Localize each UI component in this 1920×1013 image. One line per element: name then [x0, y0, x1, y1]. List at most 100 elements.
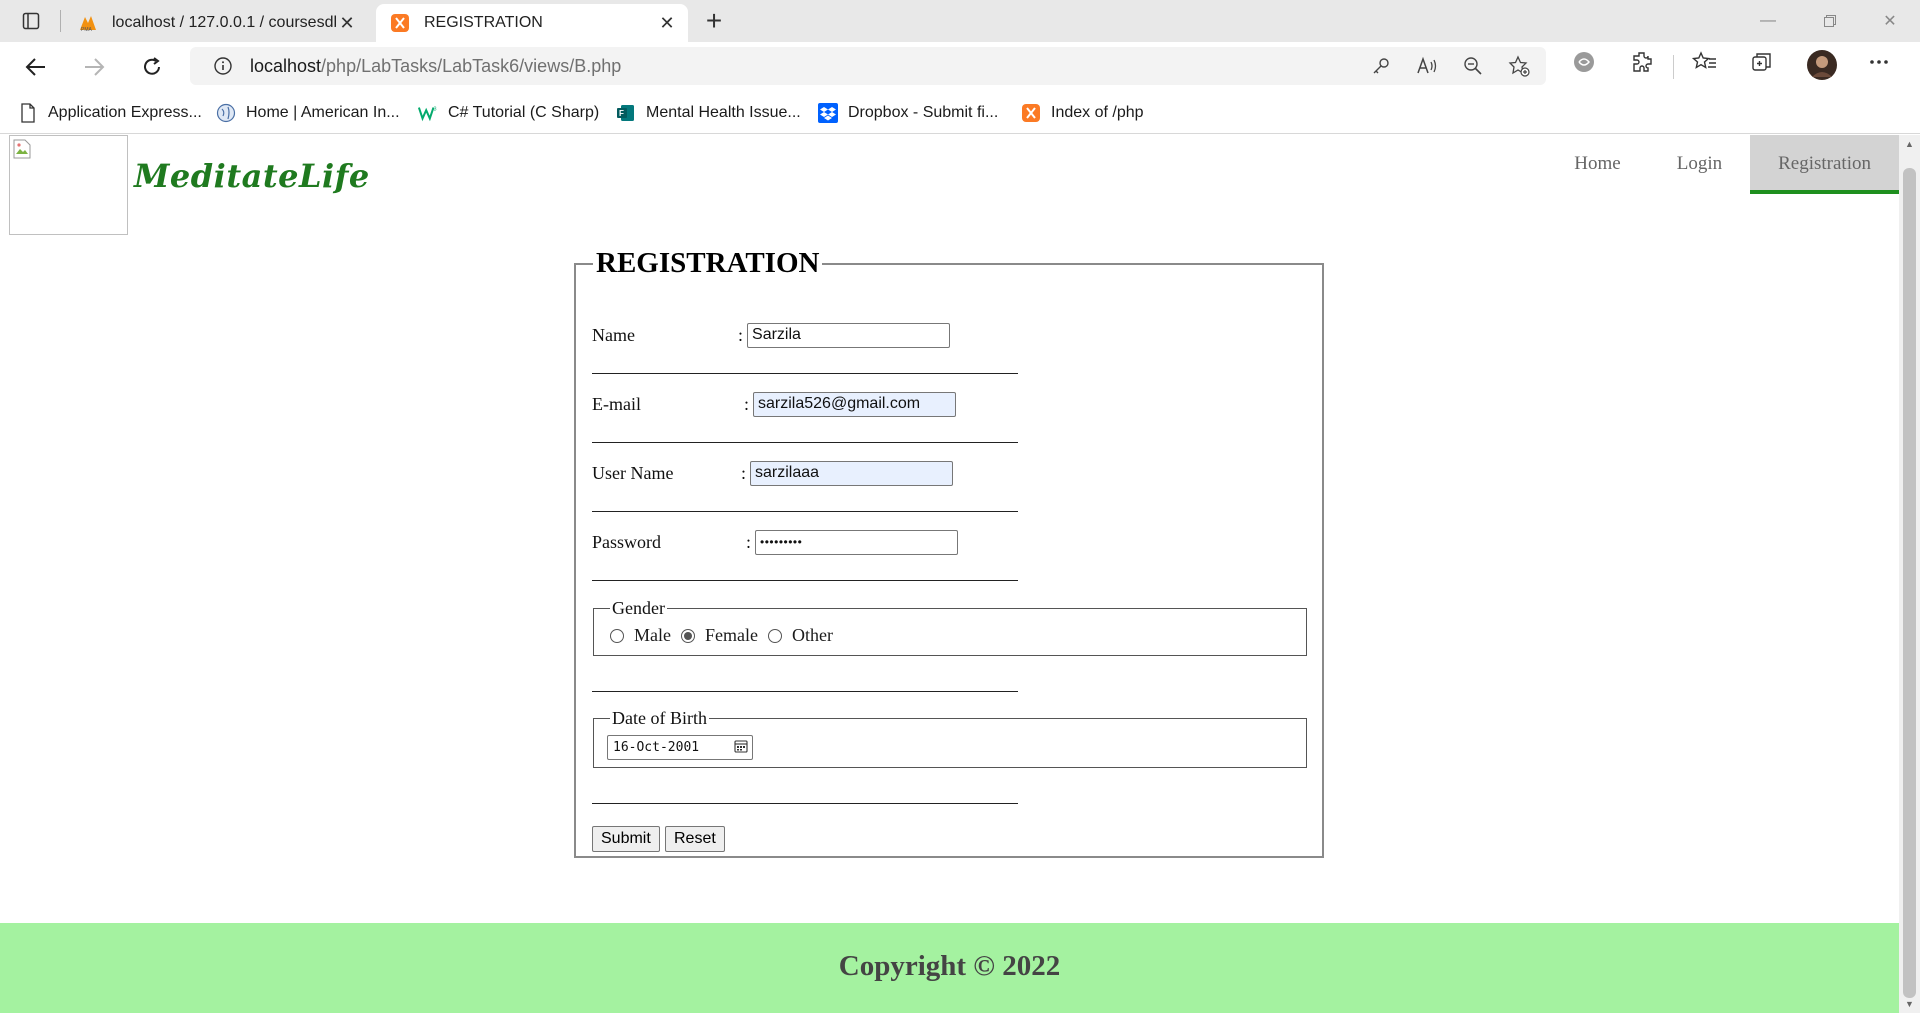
read-aloud-icon[interactable]: [1414, 53, 1440, 79]
profile-avatar[interactable]: [1806, 49, 1838, 81]
dob-legend: Date of Birth: [612, 708, 707, 728]
tab-registration[interactable]: REGISTRATION ✕: [376, 4, 688, 42]
colon: :: [738, 324, 744, 345]
extensions-icon[interactable]: [1630, 50, 1654, 74]
radio-other[interactable]: [767, 628, 782, 643]
gender-options: Male Female Other: [610, 625, 1290, 646]
calendar-icon[interactable]: [734, 739, 748, 757]
name-row: Name : Sarzila: [592, 322, 951, 348]
divider: [592, 803, 1018, 804]
page-icon: [18, 103, 38, 123]
bookmark-item[interactable]: F Mental Health Issue...: [616, 100, 801, 126]
scroll-up-icon[interactable]: ▲: [1903, 138, 1916, 150]
radio-male[interactable]: [610, 628, 624, 643]
email-row: E-mail : sarzila526@gmail.com: [592, 391, 957, 417]
close-window-icon[interactable]: ✕: [1860, 0, 1920, 42]
address-bar[interactable]: localhost/php/LabTasks/LabTask6/views/B.…: [190, 47, 1546, 85]
tab-phpmyadmin[interactable]: PMA localhost / 127.0.0.1 / coursesdb ✕: [64, 4, 368, 42]
close-tab-icon[interactable]: ✕: [336, 12, 358, 34]
bookmark-label: Mental Health Issue...: [646, 104, 801, 121]
password-input[interactable]: •••••••••: [755, 529, 959, 555]
site-footer: Copyright © 2022: [0, 923, 1899, 1013]
nav-registration[interactable]: Registration: [1750, 135, 1899, 194]
registration-form: REGISTRATION Name : Sarzila E-mail : sar…: [574, 247, 1324, 858]
close-tab-icon[interactable]: ✕: [656, 12, 678, 34]
divider: [592, 580, 1018, 581]
colon: :: [741, 462, 747, 483]
bookmark-label: Home | American In...: [246, 104, 400, 121]
scroll-down-icon[interactable]: ▼: [1903, 998, 1916, 1010]
xampp-icon: [1021, 103, 1041, 123]
bookmark-label: Application Express...: [48, 104, 202, 121]
gender-fieldset: Gender Male Female Other: [593, 598, 1307, 656]
site-brand[interactable]: MeditateLife: [134, 157, 370, 195]
toolbar-separator: [1673, 55, 1674, 79]
add-favorite-icon[interactable]: [1506, 53, 1532, 79]
bookmark-label: C# Tutorial (C Sharp): [448, 104, 600, 121]
username-row: User Name : sarzilaaa: [592, 460, 954, 486]
name-input[interactable]: Sarzila: [747, 322, 951, 348]
svg-text:3: 3: [433, 106, 436, 112]
globe-icon: [216, 103, 236, 123]
more-options-icon[interactable]: [1868, 50, 1890, 74]
form-buttons: Submit Reset: [592, 826, 792, 852]
divider: [592, 442, 1018, 443]
tab-title: localhost / 127.0.0.1 / coursesdb: [112, 14, 336, 31]
divider: [592, 691, 1018, 692]
logo-image-broken: [9, 135, 128, 235]
submit-button[interactable]: Submit: [592, 826, 660, 852]
divider: [592, 511, 1018, 512]
back-icon[interactable]: [18, 50, 54, 84]
colon: :: [744, 393, 750, 414]
email-input[interactable]: sarzila526@gmail.com: [753, 391, 957, 417]
page-scrollbar[interactable]: ▲ ▼: [1899, 135, 1920, 1013]
bookmark-item[interactable]: 3 C# Tutorial (C Sharp): [418, 100, 599, 126]
favorites-icon[interactable]: [1692, 50, 1718, 74]
tab-title: REGISTRATION: [424, 14, 543, 31]
username-label: User Name: [592, 462, 674, 483]
page-content: MeditateLife Home Login Registration REG…: [0, 135, 1899, 1013]
browser-toolbar: localhost/php/LabTasks/LabTask6/views/B.…: [0, 42, 1920, 92]
bookmark-item[interactable]: Index of /php: [1021, 100, 1144, 126]
site-info-icon[interactable]: [202, 56, 244, 76]
broken-image-icon: [13, 139, 31, 159]
url-text: localhost/php/LabTasks/LabTask6/views/B.…: [250, 56, 621, 77]
password-row: Password : •••••••••: [592, 529, 959, 555]
bookmark-label: Index of /php: [1051, 104, 1144, 121]
collections-icon[interactable]: [1750, 50, 1774, 74]
zoom-out-icon[interactable]: [1460, 53, 1486, 79]
radio-label-male: Male: [634, 625, 671, 645]
reset-button[interactable]: Reset: [665, 826, 725, 852]
radio-female[interactable]: [680, 628, 695, 643]
extension-tracking-icon[interactable]: [1572, 50, 1596, 74]
nav-login[interactable]: Login: [1649, 135, 1750, 194]
minimize-icon[interactable]: —: [1738, 0, 1798, 42]
radio-label-other: Other: [791, 625, 833, 645]
refresh-icon[interactable]: [134, 50, 170, 84]
username-input[interactable]: sarzilaaa: [750, 460, 954, 486]
restore-icon[interactable]: [1800, 0, 1860, 42]
bookmark-item[interactable]: Application Express...: [18, 100, 202, 126]
gender-legend: Gender: [612, 598, 665, 618]
bookmark-item[interactable]: Dropbox - Submit fi...: [818, 100, 998, 126]
dob-input[interactable]: 16-Oct-2001: [607, 735, 753, 760]
bookmark-label: Dropbox - Submit fi...: [848, 104, 999, 121]
divider: [592, 373, 1018, 374]
forward-icon[interactable]: [76, 50, 112, 84]
colon: :: [746, 531, 752, 552]
tab-separator: [60, 10, 61, 32]
forms-icon: F: [616, 103, 636, 123]
nav-home[interactable]: Home: [1546, 135, 1648, 194]
tab-actions-icon[interactable]: [16, 8, 46, 34]
site-nav: Home Login Registration: [1546, 135, 1899, 194]
bookmark-item[interactable]: Home | American In...: [216, 100, 400, 126]
url-path: /php/LabTasks/LabTask6/views/B.php: [321, 55, 622, 76]
new-tab-icon[interactable]: +: [698, 6, 730, 36]
password-key-icon[interactable]: [1368, 53, 1394, 79]
name-label: Name: [592, 324, 635, 345]
radio-label-female: Female: [704, 625, 758, 645]
form-legend: REGISTRATION: [596, 247, 820, 279]
scrollbar-thumb[interactable]: [1903, 168, 1916, 998]
phpmyadmin-icon: PMA: [78, 13, 98, 33]
svg-text:PMA: PMA: [81, 27, 93, 32]
